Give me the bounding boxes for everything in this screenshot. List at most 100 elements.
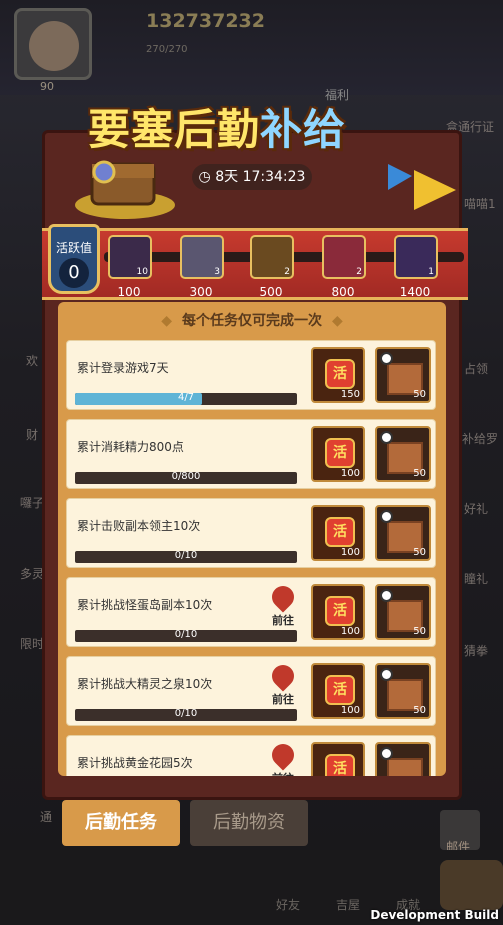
side-right-4[interactable]: 补给罗 bbox=[462, 430, 498, 447]
player-avatar[interactable] bbox=[14, 8, 92, 80]
clock-icon bbox=[380, 589, 393, 602]
task-row: 累计消耗精力800点 0/800 活 100 50 bbox=[66, 419, 436, 489]
crate-reward-icon[interactable]: 50 bbox=[375, 426, 431, 482]
clock-icon bbox=[380, 510, 393, 523]
map-pin-icon bbox=[267, 660, 299, 692]
activity-reward-icon[interactable]: 活 bbox=[311, 742, 365, 776]
activity-badge: 活跃值 0 bbox=[48, 224, 100, 294]
task-row: 累计挑战黄金花园5次前往 活 bbox=[66, 735, 436, 776]
go-button[interactable]: 前往 bbox=[265, 739, 301, 776]
activity-reward-icon[interactable]: 活 150 bbox=[311, 347, 365, 403]
activity-symbol: 活 bbox=[325, 596, 355, 626]
activity-reward-count: 100 bbox=[340, 547, 360, 558]
title-part-2: 补给 bbox=[260, 105, 347, 154]
milestone-value-1: 100 bbox=[117, 285, 141, 299]
banner-tag: 福利 bbox=[325, 88, 350, 102]
activity-reward-icon[interactable]: 活 100 bbox=[311, 584, 365, 640]
task-progress-bar: 0/800 bbox=[75, 471, 297, 484]
title-part-1: 要塞后勤 bbox=[88, 105, 261, 154]
activity-symbol: 活 bbox=[325, 517, 355, 547]
task-progress-text: 4/7 bbox=[177, 392, 195, 403]
crate-reward-icon[interactable]: 50 bbox=[375, 663, 431, 719]
task-name: 累计击败副本领主10次 bbox=[77, 519, 201, 533]
task-list[interactable]: 累计登录游戏7天 4/7 活 150 50 累计消耗精力800点 0/800 活 100 50 累计… bbox=[66, 340, 438, 776]
share-icon[interactable] bbox=[440, 860, 503, 910]
milestone-reward-1[interactable]: 10 bbox=[108, 235, 152, 279]
flag-icon bbox=[388, 160, 456, 210]
task-progress-text: 0/10 bbox=[174, 550, 198, 561]
event-timer: ◷ 8天 17:34:23 bbox=[192, 164, 312, 190]
milestone-reward-3[interactable]: 2 bbox=[250, 235, 294, 279]
task-progress-text: 0/10 bbox=[174, 629, 198, 640]
task-subtitle: 每个任务仅可完成一次 bbox=[62, 310, 442, 330]
map-pin-icon bbox=[267, 739, 299, 771]
milestone-count: 1 bbox=[428, 267, 434, 277]
timer-text: 8天 17:34:23 bbox=[215, 169, 306, 185]
side-right-3[interactable]: 占领 bbox=[464, 360, 488, 377]
side-right-7[interactable]: 猜拳 bbox=[464, 642, 488, 659]
crate-reward-count: 50 bbox=[413, 626, 426, 637]
tab-supplies[interactable]: 后勤物资 bbox=[190, 800, 308, 846]
task-progress-bar: 0/10 bbox=[75, 550, 297, 563]
crate-reward-icon[interactable] bbox=[375, 742, 431, 776]
side-left-4[interactable]: 多灵 bbox=[20, 565, 44, 582]
activity-reward-icon[interactable]: 活 100 bbox=[311, 426, 365, 482]
go-label: 前往 bbox=[265, 770, 301, 776]
crate-reward-icon[interactable]: 50 bbox=[375, 505, 431, 561]
tab-tasks[interactable]: 后勤任务 bbox=[62, 800, 180, 846]
task-progress-bar: 0/10 bbox=[75, 708, 297, 721]
go-label: 前往 bbox=[272, 693, 294, 706]
task-name: 累计挑战怪蛋岛副本10次 bbox=[77, 598, 213, 612]
milestone-value-5: 1400 bbox=[399, 285, 431, 299]
side-left-3[interactable]: 囉子 bbox=[20, 494, 44, 511]
side-right-2[interactable]: 喵喵1 bbox=[464, 195, 496, 212]
activity-symbol: 活 bbox=[325, 675, 355, 705]
milestone-value-4: 800 bbox=[331, 285, 355, 299]
go-button[interactable]: 前往 bbox=[265, 581, 301, 632]
go-button[interactable]: 前往 bbox=[265, 660, 301, 711]
milestone-count: 3 bbox=[214, 267, 220, 277]
activity-reward-count: 100 bbox=[340, 468, 360, 479]
milestone-count: 10 bbox=[136, 267, 148, 277]
gold-amount: 132737232 bbox=[146, 10, 265, 32]
side-left-1[interactable]: 欢 bbox=[26, 352, 38, 369]
crate-reward-icon[interactable]: 50 bbox=[375, 584, 431, 640]
activity-reward-count: 150 bbox=[340, 389, 360, 400]
side-left-2[interactable]: 财 bbox=[26, 426, 38, 443]
clock-icon bbox=[380, 352, 393, 365]
map-pin-icon bbox=[267, 581, 299, 613]
player-level: 90 bbox=[40, 80, 54, 93]
nav-house[interactable]: 吉屋 bbox=[336, 896, 360, 913]
side-left-5[interactable]: 限时 bbox=[20, 635, 44, 652]
task-name: 累计挑战黄金花园5次 bbox=[77, 756, 193, 770]
crate-reward-icon[interactable]: 50 bbox=[375, 347, 431, 403]
side-right-5[interactable]: 好礼 bbox=[464, 500, 488, 517]
task-row: 累计登录游戏7天 4/7 活 150 50 bbox=[66, 340, 436, 410]
milestone-reward-5[interactable]: 1 bbox=[394, 235, 438, 279]
activity-reward-count: 100 bbox=[340, 705, 360, 716]
go-label: 前往 bbox=[272, 614, 294, 627]
task-progress-bar: 0/10 bbox=[75, 629, 297, 642]
top-bar: 90 132737232 270/270 bbox=[0, 0, 503, 95]
clock-icon: ◷ bbox=[198, 169, 216, 185]
side-right-6[interactable]: 瞳礼 bbox=[464, 570, 488, 587]
milestone-reward-4[interactable]: 2 bbox=[322, 235, 366, 279]
task-row: 累计挑战大精灵之泉10次 0/10 前往 活 100 50 bbox=[66, 656, 436, 726]
clock-icon bbox=[380, 668, 393, 681]
side-left-6[interactable]: 通 bbox=[40, 808, 52, 825]
clock-icon bbox=[380, 747, 393, 760]
activity-reward-icon[interactable]: 活 100 bbox=[311, 663, 365, 719]
activity-reward-icon[interactable]: 活 100 bbox=[311, 505, 365, 561]
activity-value: 0 bbox=[59, 258, 89, 288]
milestone-value-3: 500 bbox=[259, 285, 283, 299]
event-title: 要塞后勤补给 bbox=[88, 96, 346, 157]
nav-friends[interactable]: 好友 bbox=[276, 896, 300, 913]
crate-reward-count: 50 bbox=[413, 468, 426, 479]
milestone-count: 2 bbox=[356, 267, 362, 277]
milestone-reward-2[interactable]: 3 bbox=[180, 235, 224, 279]
milestone-count: 2 bbox=[284, 267, 290, 277]
task-row: 累计挑战怪蛋岛副本10次 0/10 前往 活 100 50 bbox=[66, 577, 436, 647]
task-name: 累计挑战大精灵之泉10次 bbox=[77, 677, 213, 691]
crate-icon bbox=[387, 758, 423, 776]
activity-symbol: 活 bbox=[325, 438, 355, 468]
